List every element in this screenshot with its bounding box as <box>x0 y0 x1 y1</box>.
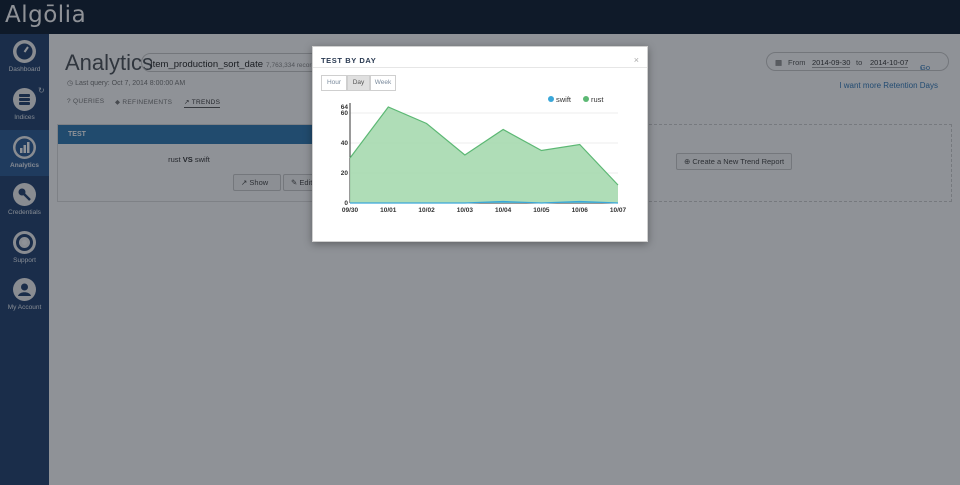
y-tick-label: 64 <box>341 104 349 111</box>
y-tick-label: 60 <box>341 110 349 117</box>
x-tick-label: 10/05 <box>533 207 550 214</box>
x-tick-label: 09/30 <box>342 207 359 214</box>
legend-swatch-swift <box>548 96 554 102</box>
granularity-week[interactable]: Week <box>370 75 396 91</box>
x-tick-label: 10/01 <box>380 207 397 214</box>
x-tick-label: 10/06 <box>572 207 589 214</box>
close-icon[interactable]: × <box>634 55 639 65</box>
trend-modal: TEST BY DAY × Hour Day Week 0 20 40 60 64 09/… <box>312 46 648 242</box>
x-tick-label: 10/04 <box>495 207 512 214</box>
x-tick-label: 10/03 <box>457 207 474 214</box>
legend-label-swift: swift <box>556 95 572 104</box>
x-tick-label: 10/07 <box>610 207 627 214</box>
granularity-day[interactable]: Day <box>347 75 370 91</box>
y-tick-label: 40 <box>341 140 349 147</box>
y-tick-label: 20 <box>341 170 349 177</box>
granularity-hour[interactable]: Hour <box>321 75 347 91</box>
legend-swatch-rust <box>583 96 589 102</box>
y-tick-label: 0 <box>344 200 348 207</box>
x-tick-label: 10/02 <box>418 207 435 214</box>
modal-title: TEST BY DAY <box>321 56 377 65</box>
legend-label-rust: rust <box>591 95 604 104</box>
series-area-rust <box>350 107 618 203</box>
trend-chart: 0 20 40 6064 09/30 10/01 10/02 10/03 10/04 10/05 1… <box>341 95 627 214</box>
modal-divider <box>313 67 647 68</box>
